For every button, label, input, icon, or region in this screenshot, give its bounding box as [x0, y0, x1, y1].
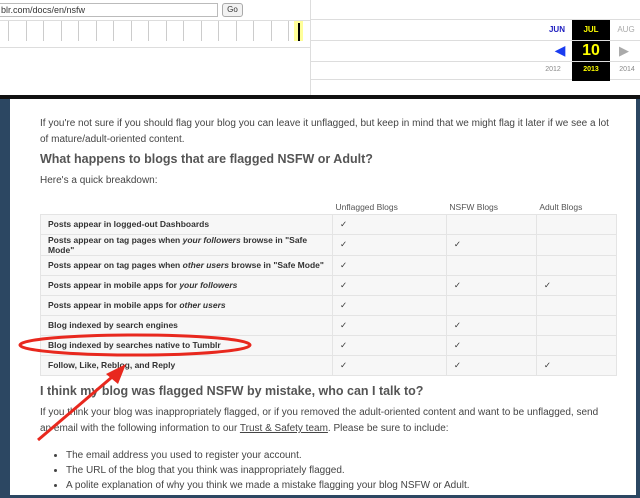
wayback-toolbar: blr.com/docs/en/nsfw Go JUN JUL AUG ◀ 10…: [0, 0, 640, 95]
heading-mistake: I think my blog was flagged NSFW by mist…: [40, 384, 424, 398]
timeline-tick: [288, 21, 289, 41]
month-next: AUG: [617, 25, 635, 34]
check-cell: [445, 294, 537, 316]
list-item: The email address you used to register y…: [66, 450, 302, 461]
check-cell: ✓: [332, 254, 447, 276]
table-row: Blog indexed by searches native to Tumbl…: [40, 334, 618, 356]
check-cell: ✓: [332, 354, 447, 376]
check-cell: ✓: [535, 274, 618, 296]
check-cell: [535, 294, 618, 316]
prev-arrow-icon[interactable]: ◀: [550, 42, 570, 59]
check-cell: ✓: [445, 274, 537, 296]
check-cell: [535, 334, 618, 356]
row-label: Blog indexed by searches native to Tumbl…: [40, 334, 333, 356]
calendar-nav: JUN JUL AUG ◀ 10 ▶ 2012 2013 2014: [310, 19, 640, 81]
row-label: Posts appear on tag pages when other use…: [40, 254, 333, 276]
check-cell: ✓: [332, 314, 447, 336]
timeline-tick: [148, 21, 149, 41]
timeline-tick: [8, 21, 9, 41]
table-row: Follow, Like, Reblog, and Reply ✓ ✓ ✓: [40, 354, 618, 376]
timeline-tick: [78, 21, 79, 41]
trust-safety-link[interactable]: Trust & Safety team: [240, 423, 328, 434]
check-cell: ✓: [445, 354, 537, 376]
heading-what-happens: What happens to blogs that are flagged N…: [40, 152, 373, 166]
month-current: JUL: [583, 25, 599, 34]
table-row: Posts appear on tag pages when other use…: [40, 254, 618, 276]
list-item: A polite explanation of why you think we…: [66, 480, 470, 491]
day-current: 10: [582, 42, 600, 59]
col-nsfw: NSFW Blogs: [449, 201, 499, 212]
timeline-tick: [200, 21, 202, 41]
check-cell: ✓: [535, 354, 618, 376]
row-label: Posts appear in mobile apps for other us…: [40, 294, 333, 316]
timeline-tick: [183, 21, 184, 41]
timeline-tick: [218, 21, 219, 41]
check-cell: [535, 254, 618, 276]
timeline-tick: [235, 21, 237, 41]
breakdown-text: Here's a quick breakdown:: [40, 175, 158, 186]
timeline-tick: [130, 21, 132, 41]
year-next: 2014: [619, 66, 635, 73]
month-prev[interactable]: JUN: [542, 25, 572, 34]
table-row: Posts appear on tag pages when your foll…: [40, 233, 618, 256]
row-label: Posts appear in mobile apps for your fol…: [40, 274, 333, 296]
row-label: Posts appear on tag pages when your foll…: [40, 233, 333, 256]
check-cell: [445, 254, 537, 276]
timeline-tick: [60, 21, 62, 41]
intro-text: If you're not sure if you should flag yo…: [40, 118, 609, 145]
timeline-tick: [113, 21, 114, 41]
row-label: Follow, Like, Reblog, and Reply: [40, 354, 333, 376]
list-item: The URL of the blog that you think was i…: [66, 465, 345, 476]
timeline-tick: [253, 21, 254, 41]
row-label: Blog indexed by search engines: [40, 314, 333, 336]
check-cell: [445, 213, 537, 235]
timeline-tick: [25, 21, 27, 41]
check-cell: ✓: [332, 334, 447, 356]
url-input[interactable]: blr.com/docs/en/nsfw: [0, 3, 218, 17]
check-cell: ✓: [332, 274, 447, 296]
timeline-tick: [270, 21, 272, 41]
check-cell: ✓: [332, 294, 447, 316]
capture-bar: [298, 23, 300, 41]
flag-comparison-table: Unflagged Blogs NSFW Blogs Adult Blogs Pos…: [40, 200, 618, 376]
check-cell: ✓: [445, 314, 537, 336]
timeline-tick: [43, 21, 44, 41]
timeline-tick: [95, 21, 97, 41]
col-adult: Adult Blogs: [539, 201, 583, 212]
year-prev[interactable]: 2012: [538, 66, 568, 73]
check-cell: [535, 314, 618, 336]
article-panel: If you're not sure if you should flag yo…: [10, 99, 636, 495]
check-cell: ✓: [332, 233, 447, 256]
go-button[interactable]: Go: [222, 3, 243, 17]
capture-timeline[interactable]: [0, 20, 310, 48]
table-row: Posts appear in mobile apps for your fol…: [40, 274, 618, 296]
next-arrow-icon: ▶: [619, 43, 629, 58]
table-row: Blog indexed by search engines ✓ ✓: [40, 314, 618, 336]
year-current: 2013: [583, 66, 599, 73]
table-row: Posts appear in mobile apps for other us…: [40, 294, 618, 316]
table-row: Posts appear in logged-out Dashboards ✓: [40, 213, 618, 235]
check-cell: [535, 213, 618, 235]
col-unflagged: Unflagged Blogs: [335, 201, 398, 212]
mistake-text: If you think your blog was inappropriate…: [40, 407, 599, 434]
check-cell: ✓: [332, 213, 447, 235]
check-cell: ✓: [445, 334, 537, 356]
timeline-tick: [165, 21, 167, 41]
check-cell: [535, 233, 618, 256]
row-label: Posts appear in logged-out Dashboards: [40, 213, 333, 235]
check-cell: ✓: [445, 233, 537, 256]
